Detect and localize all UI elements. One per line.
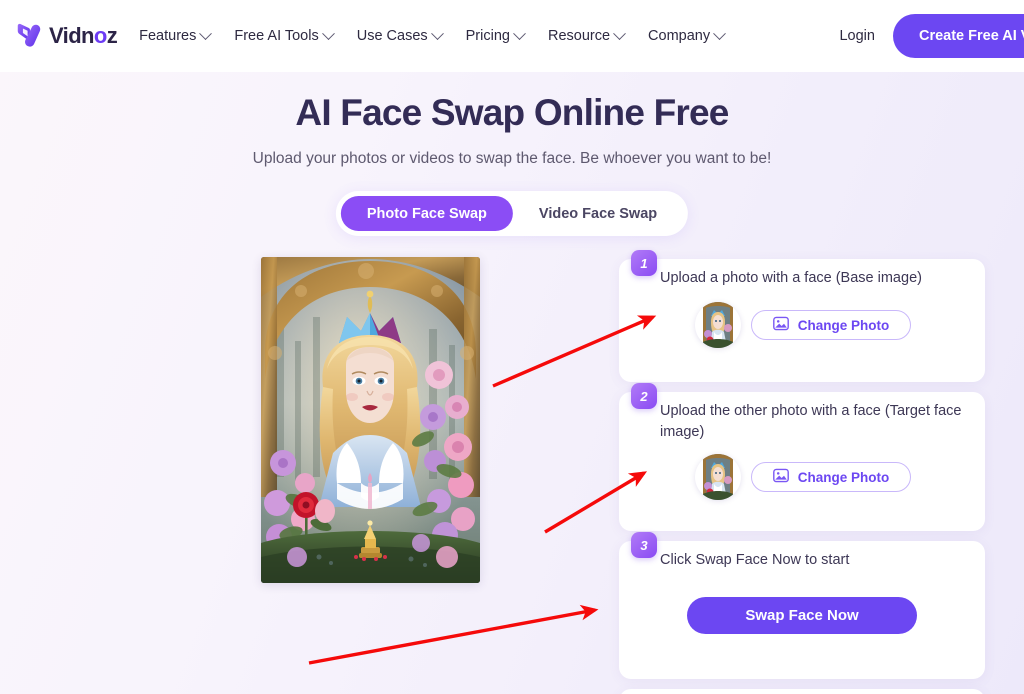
image-icon [772, 316, 789, 334]
nav-item-label: Features [139, 28, 197, 44]
step-card-1: 1 Upload a photo with a face (Base image… [619, 250, 985, 382]
change-photo-label: Change Photo [797, 317, 890, 333]
step-card-3: 3 Click Swap Face Now to start Swap Face… [619, 532, 985, 679]
step-3-label: Click Swap Face Now to start [660, 552, 850, 568]
chevron-down-icon [713, 26, 726, 40]
swap-face-now-button[interactable]: Swap Face Now [687, 597, 917, 634]
login-link[interactable]: Login [839, 28, 874, 44]
change-photo-label: Change Photo [797, 469, 890, 485]
page-subtitle: Upload your photos or videos to swap the… [252, 150, 772, 167]
mode-tab-switcher: Photo Face Swap Video Face Swap [335, 191, 689, 236]
navbar-right-actions: Login Create Free AI Video [839, 14, 1024, 58]
step-2-label: Upload the other photo with a face (Targ… [660, 403, 962, 440]
step-1-label: Upload a photo with a face (Base image) [660, 270, 922, 286]
target-image-thumbnail[interactable] [695, 454, 741, 500]
nav-item-label: Use Cases [356, 28, 428, 44]
image-icon [772, 468, 789, 486]
top-navigation-bar: Vidnoz Features Free AI Tools Use Cases … [0, 0, 1024, 72]
nav-item-use-cases[interactable]: Use Cases [356, 26, 444, 44]
steps-panel: 1 Upload a photo with a face (Base image… [619, 250, 985, 694]
hero-section: AI Face Swap Online Free Upload your pho… [0, 72, 1024, 168]
logo-wordmark: Vidnoz [49, 23, 118, 48]
arrow-to-step-3 [308, 604, 599, 665]
chevron-down-icon [513, 26, 526, 40]
chevron-down-icon [430, 26, 444, 40]
nav-item-resource[interactable]: Resource [547, 26, 626, 44]
change-photo-button-1[interactable]: Change Photo [751, 310, 911, 340]
tab-photo-face-swap[interactable]: Photo Face Swap [340, 196, 513, 231]
tab-video-face-swap[interactable]: Video Face Swap [513, 196, 683, 231]
base-image-thumbnail[interactable] [695, 302, 741, 348]
nav-item-free-ai-tools[interactable]: Free AI Tools [234, 26, 335, 44]
chevron-down-icon [199, 26, 213, 40]
nav-item-label: Free AI Tools [234, 28, 319, 44]
step-number-badge: 2 [631, 383, 657, 409]
vidnoz-logo[interactable]: Vidnoz [14, 21, 118, 51]
nav-item-label: Resource [547, 28, 611, 44]
step-number-badge: 1 [631, 250, 657, 276]
change-photo-button-2[interactable]: Change Photo [751, 462, 911, 492]
create-free-ai-video-button[interactable]: Create Free AI Video [892, 14, 1024, 58]
nav-item-pricing[interactable]: Pricing [465, 26, 526, 44]
primary-nav-items: Features Free AI Tools Use Cases Pricing… [139, 26, 726, 44]
chevron-down-icon [321, 26, 335, 40]
nav-item-label: Pricing [465, 28, 510, 44]
nav-item-label: Company [648, 28, 711, 44]
chevron-down-icon [613, 26, 626, 40]
nav-item-features[interactable]: Features [139, 26, 213, 44]
step-number-badge: 3 [631, 532, 657, 558]
base-image-preview[interactable] [261, 257, 480, 583]
page-title: AI Face Swap Online Free [295, 92, 729, 133]
nav-item-company[interactable]: Company [648, 26, 726, 44]
vidnoz-v-logo-icon [14, 21, 44, 51]
step-card-4-partial [619, 689, 985, 694]
step-card-2: 2 Upload the other photo with a face (Ta… [619, 383, 985, 531]
